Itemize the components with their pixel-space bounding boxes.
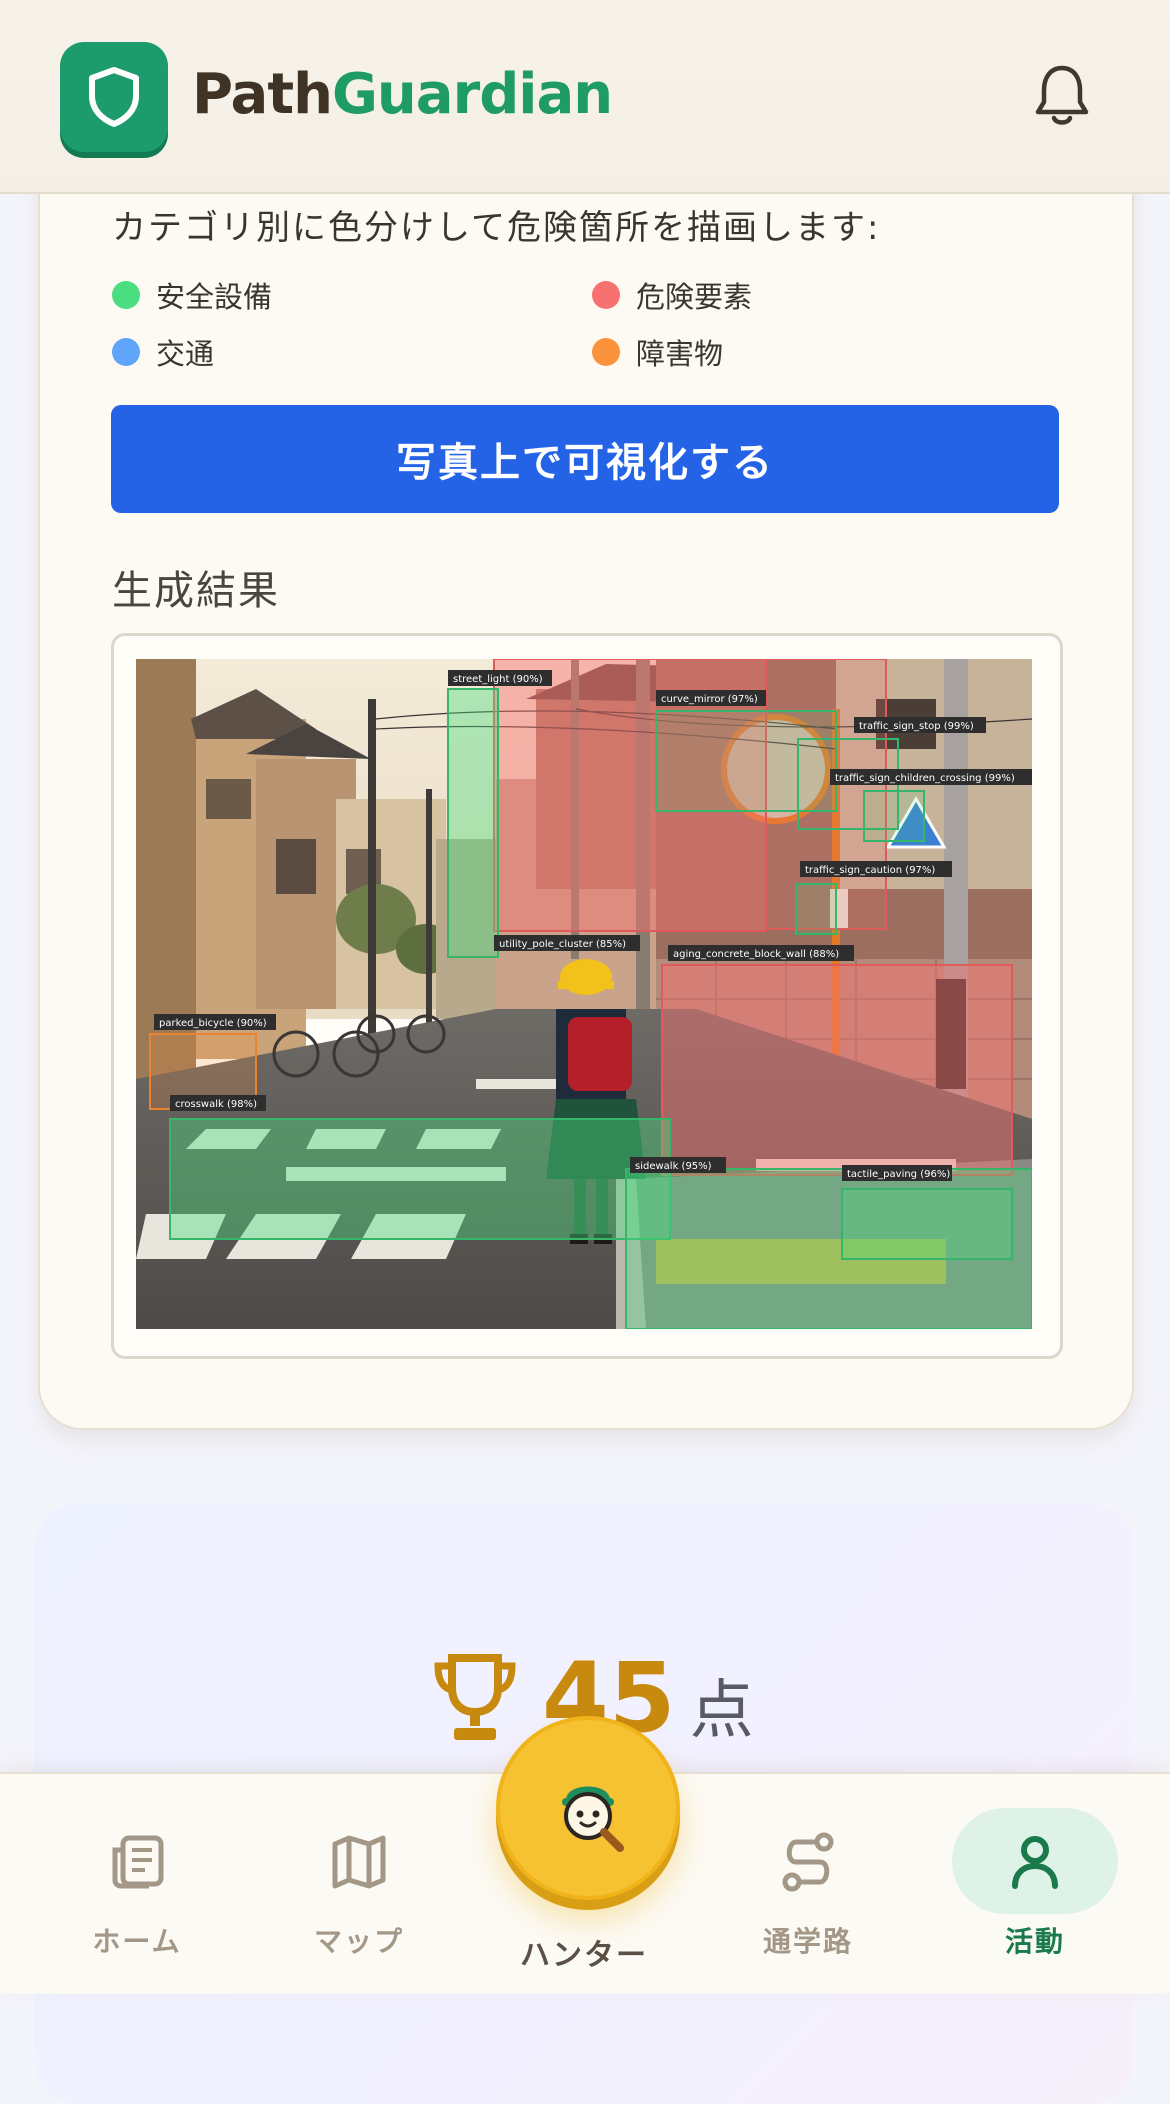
hunter-button[interactable] — [496, 1716, 680, 1900]
legend-label: 交通 — [156, 337, 215, 371]
label-children-crossing: traffic_sign_children_crossing (99%) — [835, 773, 1015, 784]
legend-label: 危険要素 — [636, 280, 753, 314]
home-document-icon — [112, 1835, 164, 1889]
nav-home[interactable] — [62, 1830, 212, 1898]
legend-label: 障害物 — [636, 337, 724, 371]
label-crosswalk: crosswalk (98%) — [175, 1099, 257, 1110]
label-curve-mirror: curve_mirror (97%) — [661, 694, 758, 705]
nav-label-route[interactable]: 通学路 — [718, 1920, 898, 1960]
legend-safety: 安全設備 — [112, 274, 272, 316]
bell-icon[interactable] — [1032, 62, 1092, 128]
annotated-photo: street_light (90%) curve_mirror (97%) tr… — [136, 659, 1032, 1329]
score-unit: 点 — [689, 1673, 754, 1748]
nav-label-activity[interactable]: 活動 — [945, 1920, 1125, 1960]
app-title-part2: Guardian — [331, 62, 613, 127]
visualize-intro: カテゴリ別に色分けして危険箇所を描画します: — [112, 208, 881, 248]
legend-label: 安全設備 — [156, 280, 273, 314]
label-parked-bicycle: parked_bicycle (90%) — [159, 1018, 267, 1029]
result-title: 生成結果 — [112, 568, 280, 614]
nav-map[interactable] — [284, 1830, 434, 1898]
legend-obstacle: 障害物 — [592, 331, 723, 373]
nav-route[interactable] — [733, 1830, 883, 1898]
legend-dot-obstacle — [592, 338, 620, 366]
nav-activity[interactable] — [960, 1830, 1110, 1898]
label-block-wall: aging_concrete_block_wall (88%) — [673, 949, 839, 960]
app-header: PathGuardian — [0, 0, 1170, 194]
app-title: PathGuardian — [192, 62, 613, 127]
label-traffic-sign-caution: traffic_sign_caution (97%) — [805, 865, 935, 876]
nav-label-hunter[interactable]: ハンター — [494, 1930, 674, 1974]
nav-label-home[interactable]: ホーム — [47, 1920, 227, 1960]
legend-dot-danger — [592, 281, 620, 309]
legend-dot-safety — [112, 281, 140, 309]
trophy-icon — [434, 1654, 516, 1740]
shield-icon — [89, 67, 139, 127]
legend-traffic: 交通 — [112, 331, 214, 373]
hunter-mascot-icon — [562, 1786, 624, 1852]
legend-dot-traffic — [112, 338, 140, 366]
visualize-button[interactable]: 写真上で可視化する — [111, 405, 1059, 513]
legend-danger: 危険要素 — [592, 274, 752, 316]
app-title-part1: Path — [192, 62, 333, 127]
label-tactile-paving: tactile_paving (96%) — [847, 1169, 950, 1180]
nav-label-map[interactable]: マップ — [269, 1920, 449, 1960]
label-traffic-sign-stop: traffic_sign_stop (99%) — [859, 721, 974, 732]
app-logo[interactable] — [60, 42, 168, 152]
label-utility-pole-cluster: utility_pole_cluster (85%) — [499, 939, 626, 950]
route-icon — [782, 1832, 834, 1892]
label-sidewalk: sidewalk (95%) — [635, 1161, 712, 1172]
user-icon — [1012, 1836, 1058, 1889]
label-street-light: street_light (90%) — [453, 674, 543, 685]
annotated-photo-canvas: street_light (90%) curve_mirror (97%) tr… — [136, 659, 1032, 1329]
map-icon — [332, 1835, 386, 1889]
